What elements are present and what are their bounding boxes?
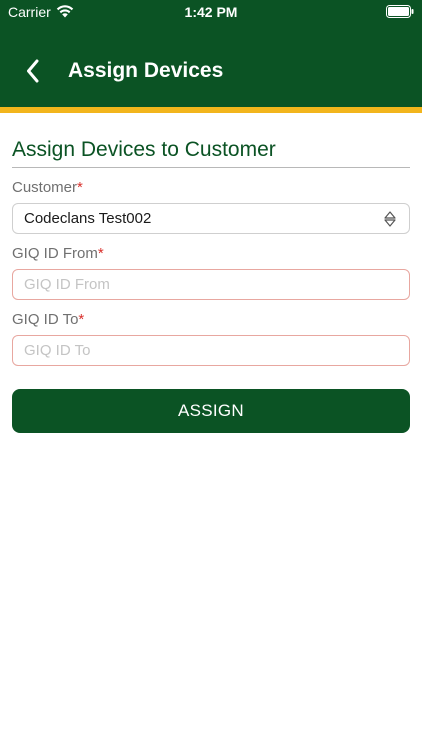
customer-label: Customer* bbox=[12, 178, 83, 198]
header-accent-stripe bbox=[0, 107, 422, 113]
back-button[interactable] bbox=[20, 56, 46, 86]
customer-label-text: Customer bbox=[12, 179, 78, 196]
status-time: 1:42 PM bbox=[184, 4, 238, 20]
up-down-arrows-icon bbox=[384, 211, 396, 227]
giq-to-label: GIQ ID To* bbox=[12, 310, 84, 330]
page-title: Assign Devices bbox=[68, 59, 224, 82]
required-marker: * bbox=[77, 179, 83, 196]
section-divider bbox=[12, 167, 410, 168]
battery-icon bbox=[386, 5, 414, 18]
customer-select-value: Codeclans Test002 bbox=[24, 210, 152, 227]
customer-select[interactable]: Codeclans Test002 bbox=[12, 203, 410, 234]
section-title: Assign Devices to Customer bbox=[12, 138, 276, 161]
giq-to-input[interactable] bbox=[12, 335, 410, 366]
giq-from-label: GIQ ID From* bbox=[12, 244, 104, 264]
chevron-left-icon bbox=[27, 59, 39, 83]
giq-to-label-text: GIQ ID To bbox=[12, 311, 79, 328]
assign-button[interactable]: ASSIGN bbox=[12, 389, 410, 433]
required-marker: * bbox=[97, 245, 104, 262]
giq-from-label-text: GIQ ID From bbox=[12, 245, 98, 262]
giq-from-input[interactable] bbox=[12, 269, 410, 300]
status-bar: Carrier 1:42 PM bbox=[0, 0, 422, 24]
required-marker: * bbox=[78, 311, 85, 328]
